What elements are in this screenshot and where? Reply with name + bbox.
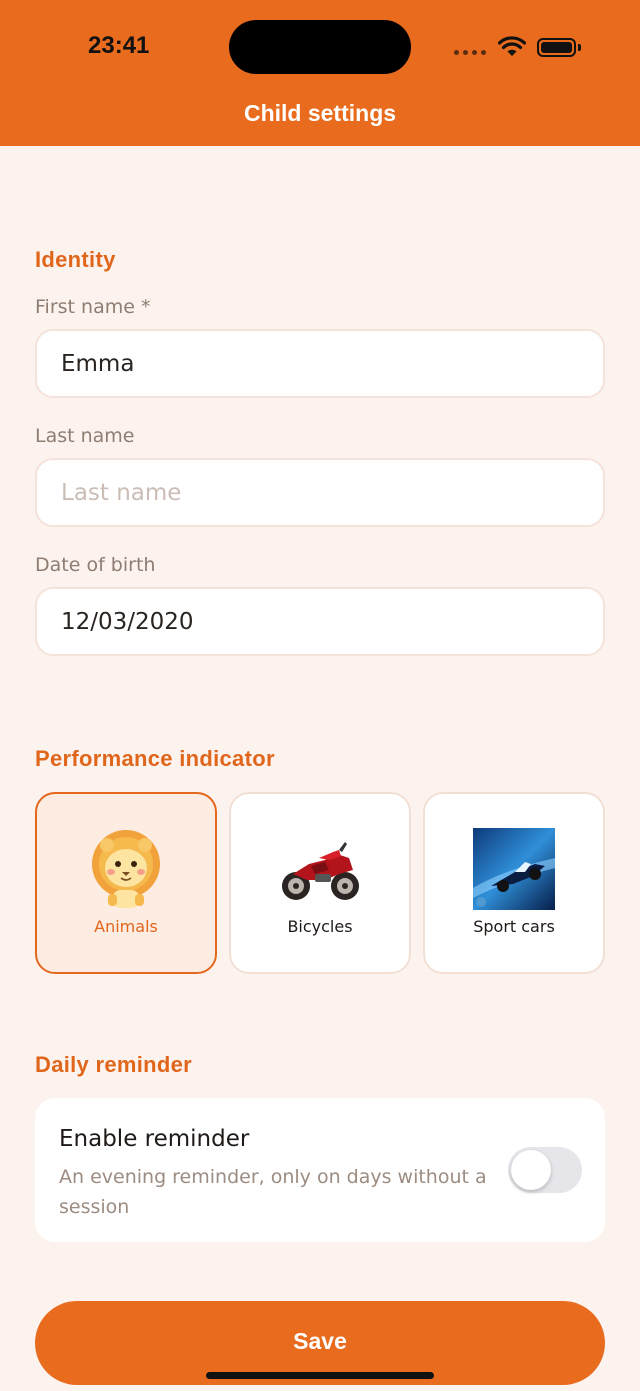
dynamic-island: [229, 20, 411, 74]
home-indicator: [206, 1372, 434, 1379]
reminder-section-title: Daily reminder: [35, 1052, 193, 1077]
indicator-label-animals: Animals: [94, 917, 158, 936]
header-bar: 23:41 Child settings: [0, 0, 640, 146]
signal-icon: [454, 50, 486, 55]
battery-tip: [578, 44, 581, 51]
indicator-label-bicycles: Bicycles: [287, 917, 353, 936]
status-icons: [454, 34, 584, 60]
reminder-subtitle: An evening reminder, only on days withou…: [59, 1166, 487, 1218]
battery-icon: [537, 38, 576, 57]
performance-section-title: Performance indicator: [35, 746, 275, 771]
first-name-label: First name *: [35, 296, 151, 318]
last-name-input[interactable]: Last name: [35, 458, 605, 527]
wifi-icon: [498, 36, 526, 56]
date-of-birth-label: Date of birth: [35, 554, 156, 576]
identity-section-title: Identity: [35, 247, 116, 272]
last-name-label: Last name: [35, 425, 135, 447]
reminder-card: Enable reminder An evening reminder, onl…: [35, 1098, 605, 1242]
indicator-option-animals[interactable]: Animals: [35, 792, 217, 974]
status-time: 23:41: [88, 32, 150, 59]
race-car-icon: [473, 828, 555, 910]
indicator-label-sport-cars: Sport cars: [473, 917, 555, 936]
lion-icon: [92, 830, 160, 908]
page-title: Child settings: [243, 100, 397, 126]
indicator-option-sport-cars[interactable]: Sport cars: [423, 792, 605, 974]
reminder-title: Enable reminder: [59, 1126, 250, 1152]
toggle-knob: [511, 1150, 551, 1190]
indicator-option-bicycles[interactable]: Bicycles: [229, 792, 411, 974]
reminder-toggle[interactable]: [508, 1147, 582, 1193]
motorcycle-icon: [282, 842, 359, 900]
date-of-birth-input[interactable]: 12/03/2020: [35, 587, 605, 656]
first-name-input[interactable]: Emma: [35, 329, 605, 398]
